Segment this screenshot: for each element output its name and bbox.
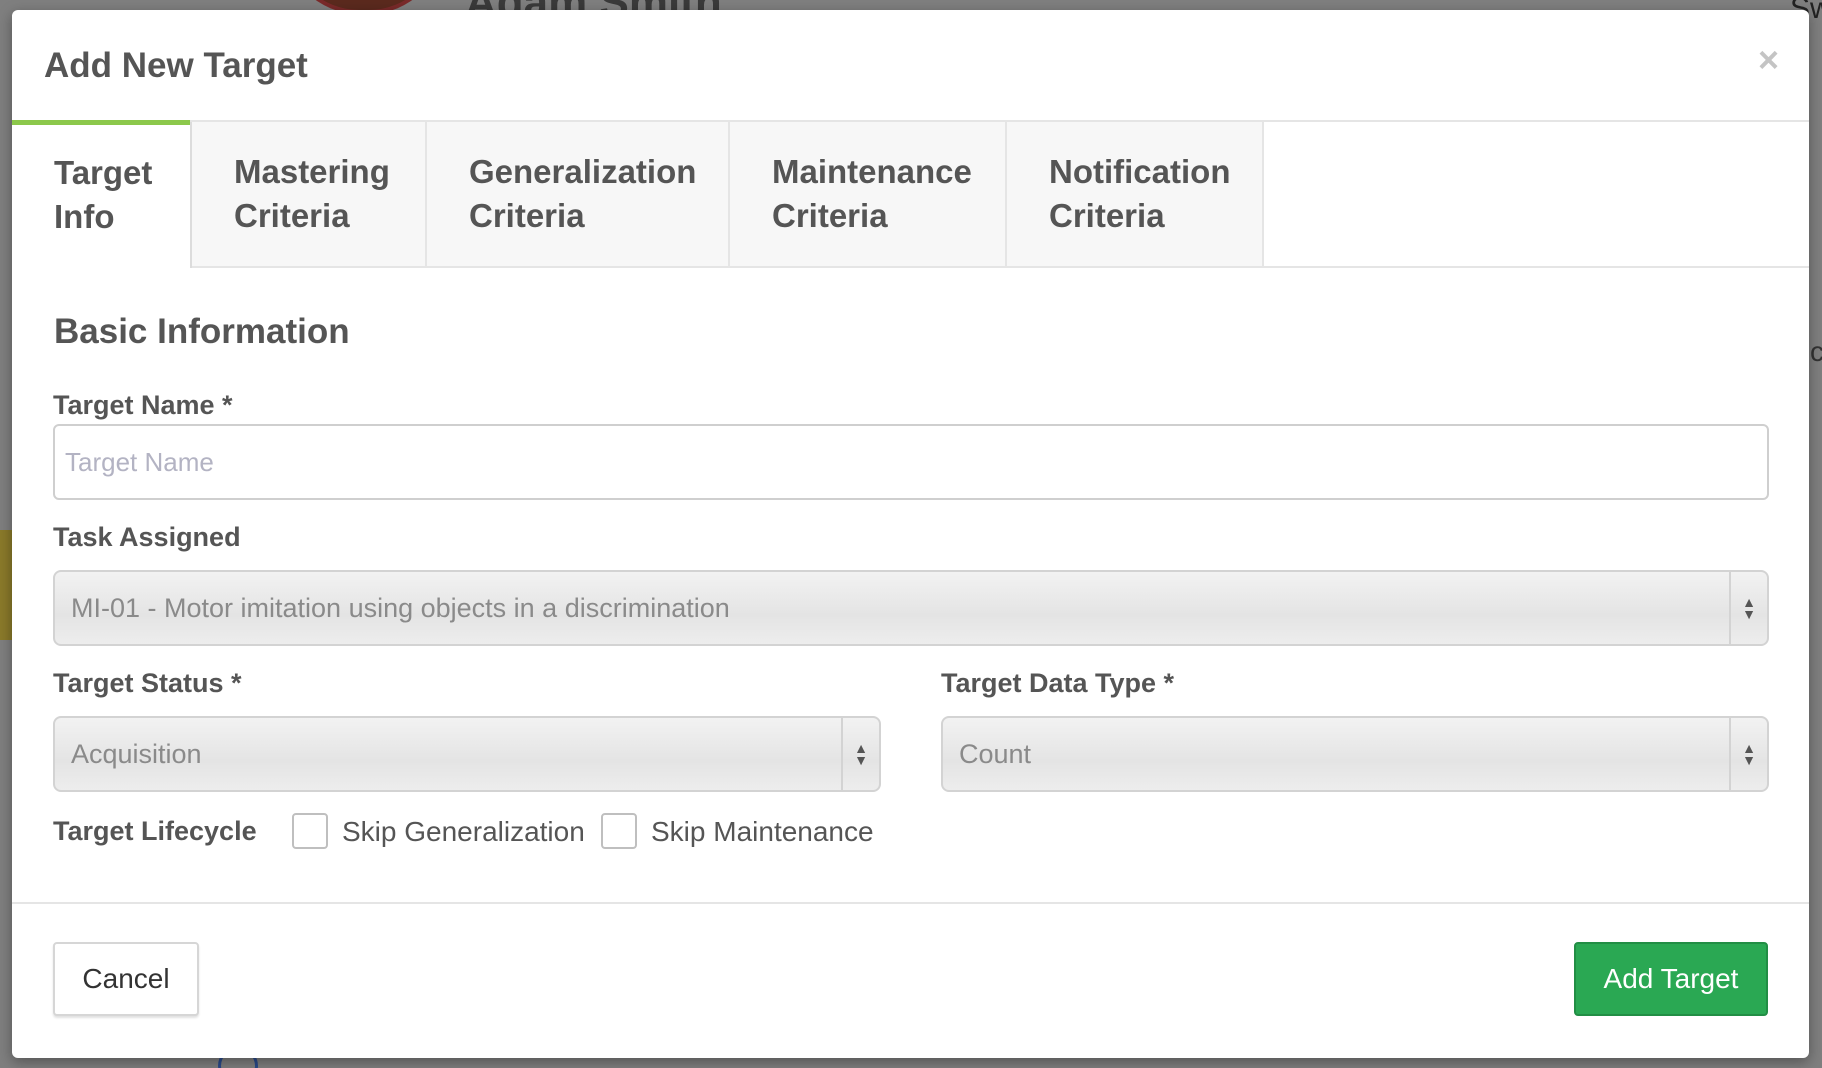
skip-maintenance-label[interactable]: Skip Maintenance xyxy=(651,816,874,848)
task-assigned-select[interactable]: MI-01 - Motor imitation using objects in… xyxy=(53,570,1769,646)
tab-bar-filler xyxy=(1264,122,1809,266)
background-accent-block xyxy=(0,530,12,640)
select-arrows-icon: ▲ ▼ xyxy=(1729,572,1767,644)
skip-maintenance-checkbox[interactable] xyxy=(601,813,637,849)
tab-target-info[interactable]: Target Info xyxy=(12,120,192,268)
target-status-label: Target Status * xyxy=(53,668,242,698)
tab-label-line2: Criteria xyxy=(772,197,888,234)
target-data-type-label: Target Data Type * xyxy=(941,668,1175,698)
tab-maintenance-criteria[interactable]: Maintenance Criteria xyxy=(730,122,1007,266)
skip-generalization-label[interactable]: Skip Generalization xyxy=(342,816,585,848)
footer-divider xyxy=(12,902,1809,904)
tab-notification-criteria[interactable]: Notification Criteria xyxy=(1007,122,1264,266)
target-name-label: Target Name * xyxy=(53,390,233,420)
tab-label-line2: Criteria xyxy=(234,197,350,234)
target-status-select[interactable]: Acquisition ▲ ▼ xyxy=(53,716,881,792)
tab-label-line1: Mastering xyxy=(234,153,390,190)
section-title: Basic Information xyxy=(54,312,350,351)
target-name-input[interactable] xyxy=(53,424,1769,500)
target-data-type-select[interactable]: Count ▲ ▼ xyxy=(941,716,1769,792)
tab-label-line1: Notification xyxy=(1049,153,1231,190)
tab-label-line1: Generalization xyxy=(469,153,697,190)
tab-label-line2: Criteria xyxy=(1049,197,1165,234)
task-assigned-label: Task Assigned xyxy=(53,522,241,552)
modal-title: Add New Target xyxy=(44,46,308,85)
skip-generalization-checkbox[interactable] xyxy=(292,813,328,849)
cancel-button[interactable]: Cancel xyxy=(53,942,199,1016)
select-arrows-icon: ▲ ▼ xyxy=(1729,718,1767,790)
select-arrows-icon: ▲ ▼ xyxy=(841,718,879,790)
tab-label-line1: Target xyxy=(54,154,153,191)
tab-label-line2: Criteria xyxy=(469,197,585,234)
close-icon[interactable]: × xyxy=(1758,42,1779,78)
modal-header: Add New Target × xyxy=(12,10,1809,120)
tab-generalization-criteria[interactable]: Generalization Criteria xyxy=(427,122,730,266)
task-assigned-value: MI-01 - Motor imitation using objects in… xyxy=(71,592,730,623)
target-lifecycle-label: Target Lifecycle xyxy=(53,816,257,846)
tab-bar: Target Info Mastering Criteria Generaliz… xyxy=(12,120,1809,268)
add-target-button[interactable]: Add Target xyxy=(1574,942,1768,1016)
target-status-value: Acquisition xyxy=(71,738,202,769)
background-side-text: c xyxy=(1810,336,1822,367)
add-target-modal: Add New Target × Target Info Mastering C… xyxy=(12,10,1809,1058)
tab-label-line2: Info xyxy=(54,198,115,235)
tab-label-line1: Maintenance xyxy=(772,153,972,190)
tab-mastering-criteria[interactable]: Mastering Criteria xyxy=(192,122,427,266)
target-data-type-value: Count xyxy=(959,738,1032,769)
